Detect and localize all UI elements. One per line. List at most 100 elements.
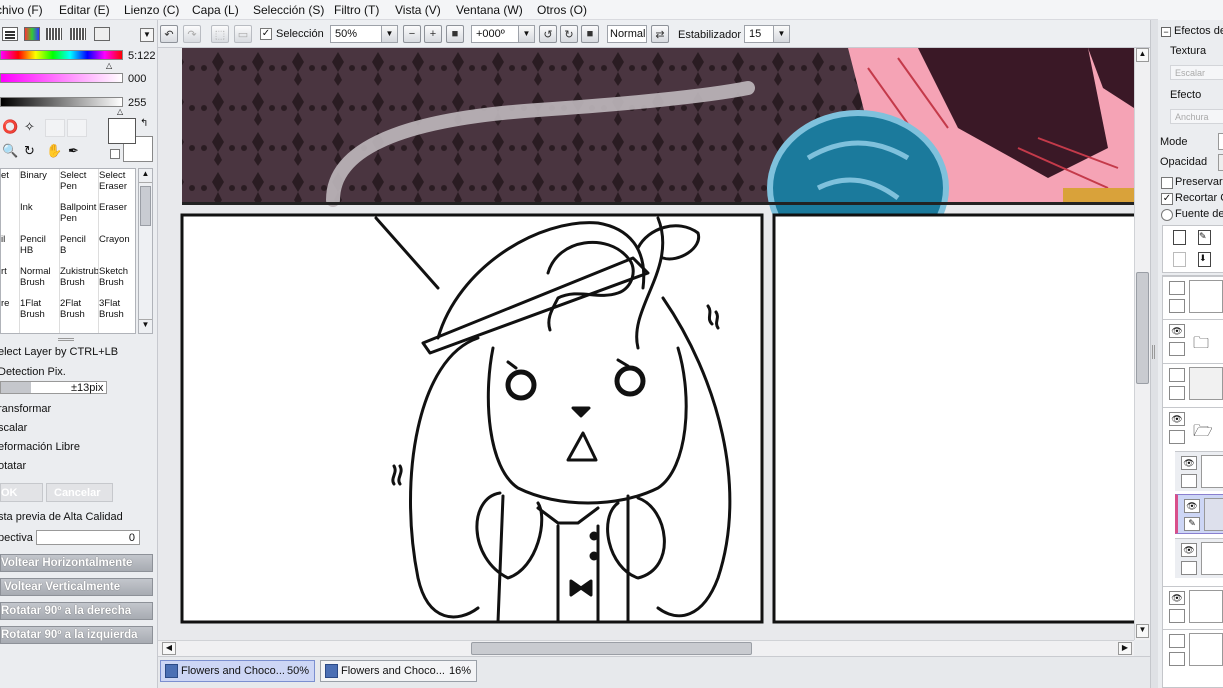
- lock-toggle[interactable]: [1169, 342, 1185, 356]
- eye-icon[interactable]: 👁: [1169, 324, 1185, 338]
- brush-cell-select-pen[interactable]: Select Pen: [60, 170, 99, 202]
- brush-cell-crayon[interactable]: Crayon: [99, 234, 135, 266]
- mode-combo[interactable]: [1218, 133, 1223, 150]
- zoom-icon[interactable]: 🔍: [2, 143, 18, 161]
- brush-cell-2flat-brush[interactable]: 2Flat Brush: [60, 298, 99, 330]
- eye-icon[interactable]: 👁: [1169, 412, 1185, 426]
- rotate-left-button[interactable]: Rotatar 90º a la izquierda: [0, 626, 153, 644]
- lock-toggle[interactable]: [1169, 609, 1185, 623]
- lasso-icon[interactable]: ⭕: [2, 119, 18, 137]
- brush-cell-ink[interactable]: Ink: [20, 202, 59, 234]
- saturation-slider[interactable]: [0, 73, 123, 83]
- swap-colors-icon[interactable]: ↰: [140, 118, 148, 129]
- canvas-horizontal-scrollbar[interactable]: ◀ ▶: [158, 640, 1134, 656]
- eye-icon[interactable]: 👁: [1181, 543, 1197, 557]
- flip-horizontal-button[interactable]: Voltear Horizontalmente: [0, 554, 153, 572]
- lock-toggle[interactable]: [1181, 561, 1197, 575]
- flip-view-button[interactable]: ⇄: [651, 25, 669, 43]
- menu-filtro[interactable]: Filtro (T): [334, 3, 379, 17]
- hq-preview-option[interactable]: sta previa de Alta Calidad: [0, 511, 123, 523]
- visibility-toggle[interactable]: [1169, 281, 1185, 295]
- eye-icon[interactable]: 👁: [1169, 591, 1185, 605]
- layer-item[interactable]: [1163, 363, 1223, 403]
- brush-cell-pencil-b[interactable]: Pencil B: [60, 234, 99, 266]
- horizontal-scroll-thumb[interactable]: [471, 642, 752, 655]
- menu-editar[interactable]: Editar (E): [59, 3, 110, 17]
- ok-button[interactable]: OK: [0, 483, 43, 502]
- menu-lienzo[interactable]: Lienzo (C): [124, 3, 179, 17]
- lock-toggle[interactable]: [1169, 430, 1185, 444]
- brush-cell-3flat-brush[interactable]: 3Flat Brush: [99, 298, 135, 330]
- value-slider[interactable]: [0, 97, 123, 107]
- brush-cell-normal-brush[interactable]: Normal Brush: [20, 266, 59, 298]
- color-wheel-mode-icon[interactable]: [2, 27, 18, 41]
- undo-button[interactable]: ↶: [160, 25, 178, 43]
- select-layer-option[interactable]: elect Layer by CTRL+LB: [0, 346, 118, 358]
- panel-splitter-grip[interactable]: [58, 338, 74, 341]
- layer-item[interactable]: [1163, 629, 1223, 669]
- rotate-icon[interactable]: ↻: [24, 143, 40, 161]
- hue-slider-handle-icon[interactable]: △: [106, 61, 112, 70]
- layer-item[interactable]: 👁: [1163, 586, 1223, 626]
- effect-width-field[interactable]: Anchura: [1170, 109, 1223, 124]
- canvas-vertical-scrollbar[interactable]: ▲ ▼: [1134, 48, 1150, 640]
- brush-cell-pencil-hb[interactable]: Pencil HB: [20, 234, 59, 266]
- lock-toggle[interactable]: [1169, 299, 1185, 313]
- scroll-down-icon[interactable]: ▼: [1136, 624, 1149, 638]
- menu-capa[interactable]: Capa (L): [192, 3, 239, 17]
- document-tab[interactable]: Flowers and Choco... 16%: [320, 660, 477, 682]
- detection-slider[interactable]: ±13pix: [0, 381, 107, 394]
- new-layer-icon[interactable]: [1173, 230, 1186, 245]
- layer-item[interactable]: 👁: [1175, 538, 1223, 578]
- merge-down-icon[interactable]: ⬇: [1198, 252, 1211, 267]
- panel-splitter[interactable]: [1150, 20, 1158, 688]
- value-slider-handle-icon[interactable]: △: [117, 107, 123, 116]
- vertical-scroll-thumb[interactable]: [1136, 272, 1149, 384]
- scroll-right-icon[interactable]: ▶: [1118, 642, 1132, 655]
- new-linework-layer-icon[interactable]: ✎: [1198, 230, 1211, 245]
- brush-cell-select-eraser[interactable]: Select Eraser: [99, 170, 135, 202]
- magic-wand-icon[interactable]: ✧: [24, 119, 40, 137]
- brush-cell-ballpoint-pen[interactable]: Ballpoint Pen: [60, 202, 99, 234]
- lock-toggle[interactable]: [1169, 386, 1185, 400]
- layer-item[interactable]: [1163, 276, 1223, 316]
- copy-layer-icon[interactable]: [1173, 252, 1186, 267]
- transform-option[interactable]: ransformar: [0, 403, 51, 415]
- opacity-slider[interactable]: [1218, 154, 1223, 171]
- zoom-out-button[interactable]: −: [403, 25, 421, 43]
- scroll-up-icon[interactable]: ▲: [1136, 48, 1149, 62]
- brush-grid-scrollbar[interactable]: ▲ ▼: [138, 168, 153, 334]
- redo-button[interactable]: ↷: [183, 25, 201, 43]
- layer-item-selected[interactable]: 👁 ✎: [1175, 494, 1223, 534]
- preserve-checkbox[interactable]: [1161, 177, 1173, 189]
- visibility-toggle[interactable]: [1169, 634, 1185, 648]
- menu-vista[interactable]: Vista (V): [395, 3, 441, 17]
- flip-vertical-button[interactable]: Voltear Verticalmente: [0, 578, 153, 596]
- menu-ventana[interactable]: Ventana (W): [456, 3, 523, 17]
- canvas-area[interactable]: [158, 48, 1134, 640]
- free-deform-option[interactable]: eformación Libre: [0, 441, 80, 453]
- scroll-left-icon[interactable]: ◀: [162, 642, 176, 655]
- swatch-mode-icon[interactable]: [70, 28, 86, 40]
- eye-icon[interactable]: 👁: [1181, 456, 1197, 470]
- zoom-reset-button[interactable]: ■: [446, 25, 464, 43]
- rotation-combo[interactable]: +000º ▼: [471, 25, 535, 43]
- eyedropper-icon[interactable]: ✒: [68, 143, 84, 161]
- rotate-right-button[interactable]: Rotatar 90º a la derecha: [0, 602, 153, 620]
- transparent-color-icon[interactable]: [110, 149, 120, 159]
- rotate-left-toolbar-button[interactable]: ↺: [539, 25, 557, 43]
- clip-checkbox[interactable]: ✓: [1161, 193, 1173, 205]
- menu-seleccion[interactable]: Selección (S): [253, 3, 324, 17]
- brush-cell-sketch-brush[interactable]: Sketch Brush: [99, 266, 135, 298]
- hue-slider[interactable]: [0, 50, 123, 60]
- eye-icon[interactable]: 👁: [1184, 499, 1200, 513]
- layer-folder[interactable]: 👁 🗀: [1163, 319, 1223, 359]
- menu-archivo[interactable]: chivo (F): [0, 3, 43, 17]
- document-tab-active[interactable]: Flowers and Choco... 50%: [160, 660, 315, 682]
- stabilizer-combo[interactable]: 15 ▼: [744, 25, 790, 43]
- brush-cell-binary[interactable]: Binary: [20, 170, 59, 202]
- panel-collapse-icon[interactable]: ▼: [140, 28, 154, 42]
- layer-folder[interactable]: 👁 🗁: [1163, 407, 1223, 447]
- layer-item[interactable]: 👁: [1175, 451, 1223, 491]
- rotate-reset-button[interactable]: ■: [581, 25, 599, 43]
